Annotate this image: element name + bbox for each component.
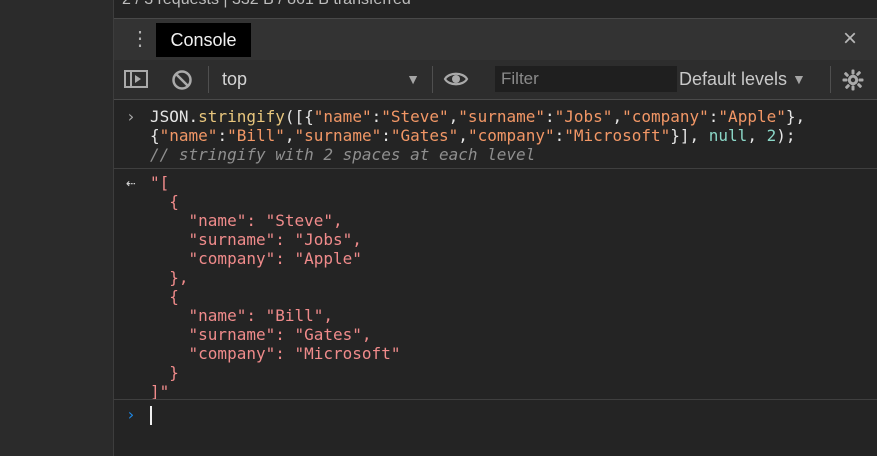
code-token: , bbox=[747, 126, 767, 145]
code-token: "name" bbox=[159, 126, 218, 145]
log-level-dropdown[interactable]: Default levels ▼ bbox=[679, 67, 824, 91]
code-token: ); bbox=[776, 126, 796, 145]
more-vertical-icon[interactable]: ⋮ bbox=[130, 29, 150, 49]
gear-icon[interactable] bbox=[841, 68, 865, 92]
console-input-line: JSON.stringify([{"name":"Steve","surname… bbox=[150, 107, 805, 126]
console-caret[interactable] bbox=[150, 406, 152, 425]
code-token: "surname" bbox=[294, 126, 382, 145]
request-summary: 2 / 3 requests | 332 B / 861 B transferr… bbox=[122, 0, 411, 10]
code-token: }], bbox=[670, 126, 709, 145]
result-line: "company": "Apple" bbox=[150, 249, 362, 268]
code-token: , bbox=[458, 126, 468, 145]
filter-input[interactable] bbox=[495, 66, 677, 92]
code-token: }, bbox=[785, 107, 806, 126]
code-token: "name" bbox=[313, 107, 372, 126]
code-token: "Microsoft" bbox=[564, 126, 671, 145]
console-comment: // stringify with 2 spaces at each level bbox=[150, 145, 536, 164]
code-token: "Steve" bbox=[381, 107, 449, 126]
caret-down-icon: ▼ bbox=[406, 71, 420, 87]
context-value: top bbox=[222, 69, 248, 89]
result-line: "name": "Steve", bbox=[150, 211, 343, 230]
code-token: "Apple" bbox=[718, 107, 786, 126]
code-token: : bbox=[217, 126, 228, 145]
tab-console[interactable]: Console bbox=[156, 23, 251, 57]
code-token: "surname" bbox=[458, 107, 545, 126]
chevron-right-icon: › bbox=[126, 107, 136, 126]
left-gutter bbox=[0, 0, 114, 456]
result-line: "name": "Bill", bbox=[150, 306, 334, 325]
result-line: { bbox=[150, 192, 179, 211]
toolbar-divider bbox=[432, 66, 433, 93]
code-token: { bbox=[150, 126, 160, 145]
clear-console-icon[interactable] bbox=[170, 68, 194, 92]
drawer-tab-bar: ⋮ Console × bbox=[114, 18, 877, 61]
context-selector[interactable]: top ▼ bbox=[220, 60, 420, 99]
code-token: ([{ bbox=[284, 107, 314, 126]
toolbar-divider bbox=[830, 66, 831, 93]
code-token: : bbox=[545, 107, 555, 126]
code-token: , bbox=[284, 126, 295, 145]
code-token: "Jobs" bbox=[554, 107, 613, 126]
result-line: "company": "Microsoft" bbox=[150, 344, 401, 363]
eye-icon[interactable] bbox=[443, 67, 469, 91]
result-line: } bbox=[150, 363, 179, 382]
code-token: "company" bbox=[622, 107, 709, 126]
message-divider bbox=[114, 168, 877, 169]
code-token: stringify bbox=[198, 107, 285, 126]
code-token: . bbox=[188, 107, 199, 126]
chevron-right-icon: › bbox=[126, 405, 136, 424]
code-token: JSON bbox=[150, 107, 189, 126]
code-token: 2 bbox=[766, 126, 777, 145]
code-token: : bbox=[371, 107, 382, 126]
code-token: "company" bbox=[467, 126, 555, 145]
message-divider bbox=[114, 399, 877, 400]
code-token: "Bill" bbox=[227, 126, 285, 145]
code-token: , bbox=[612, 107, 623, 126]
console-output-area: › JSON.stringify([{"name":"Steve","surna… bbox=[114, 100, 877, 456]
caret-down-icon: ▼ bbox=[792, 71, 806, 87]
result-arrow-icon: ⇠ bbox=[126, 173, 136, 192]
console-toolbar: top ▼ Default levels ▼ bbox=[114, 60, 877, 100]
code-token: , bbox=[448, 107, 459, 126]
result-line: }, bbox=[150, 268, 189, 287]
code-token: null bbox=[708, 126, 748, 145]
close-icon[interactable]: × bbox=[839, 27, 861, 51]
result-line: "[ bbox=[150, 173, 170, 192]
log-level-label: Default levels bbox=[679, 69, 788, 89]
result-line: "surname": "Gates", bbox=[150, 325, 372, 344]
toolbar-divider bbox=[208, 66, 209, 93]
devtools-drawer: 2 / 3 requests | 332 B / 861 B transferr… bbox=[114, 0, 877, 456]
code-token: : bbox=[554, 126, 565, 145]
result-line: "surname": "Jobs", bbox=[150, 230, 362, 249]
console-input-line: {"name":"Bill","surname":"Gates","compan… bbox=[150, 126, 795, 145]
code-token: "Gates" bbox=[390, 126, 459, 145]
code-token: : bbox=[708, 107, 719, 126]
sidebar-toggle-icon[interactable] bbox=[124, 70, 148, 88]
result-line: { bbox=[150, 287, 179, 306]
code-token: : bbox=[381, 126, 391, 145]
